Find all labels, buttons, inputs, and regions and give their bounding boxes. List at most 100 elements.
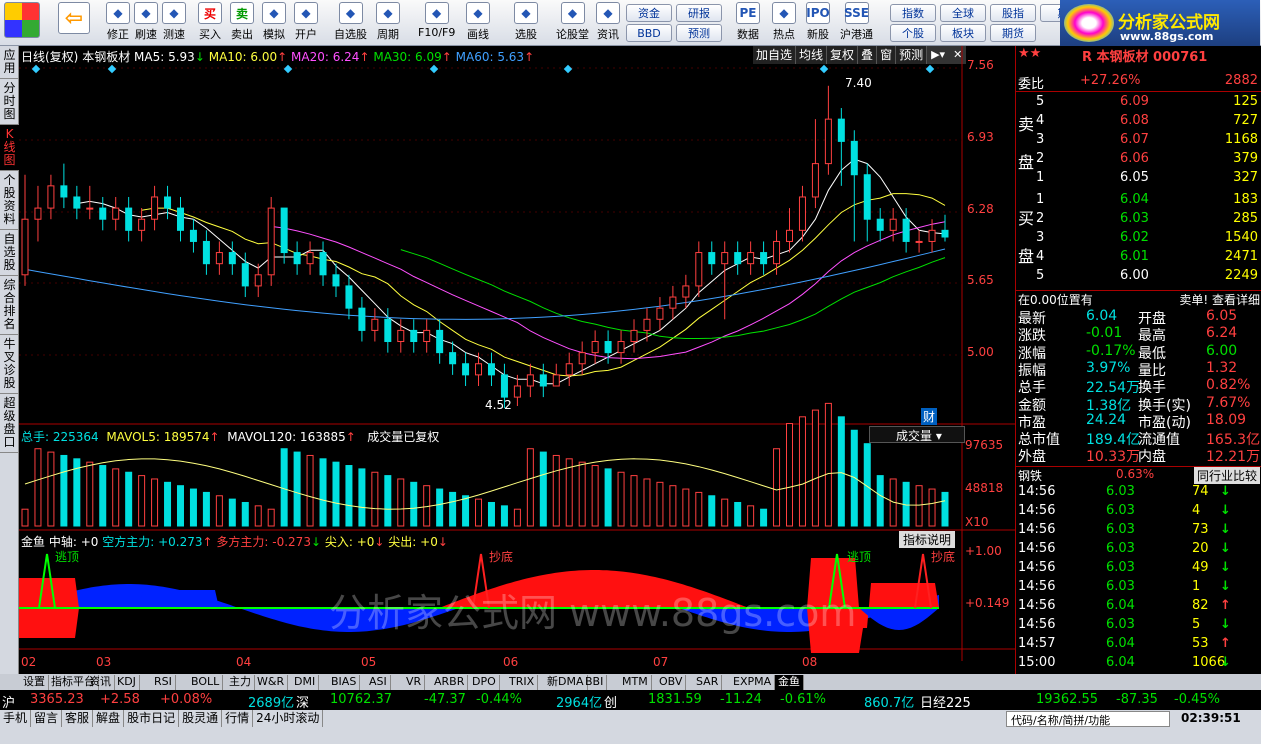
toolbar-doc-button[interactable]: ◆ 资讯 xyxy=(596,2,620,44)
view-detail-link[interactable]: 卖单! 查看详细 xyxy=(1179,291,1260,308)
tick-volume: 53 xyxy=(1192,636,1209,651)
toolbar-chat-button[interactable]: ◆ 论股堂 xyxy=(556,2,589,44)
toolbar-pen-button[interactable]: ◆ 画线 xyxy=(466,2,490,44)
candle-body xyxy=(176,207,184,231)
toolbar-small-button[interactable]: 全球 xyxy=(940,4,986,22)
finance-badge[interactable]: 财 xyxy=(921,408,938,425)
tick-time: 14:56 xyxy=(1018,522,1056,537)
indicator-tab[interactable]: 设置 xyxy=(20,675,49,690)
indicator-tab[interactable]: 新DMA xyxy=(544,675,588,690)
indicator-tab[interactable]: W&R xyxy=(254,675,289,690)
toolbar-small-button[interactable]: BBD xyxy=(626,24,672,42)
toolbar-small-button[interactable]: 资金 xyxy=(626,4,672,22)
candle-body xyxy=(863,174,871,220)
indicator-tab[interactable]: RSI xyxy=(151,675,176,690)
toolbar-ipo-button[interactable]: IPO 新股 xyxy=(806,2,830,44)
toolbar-lock-button[interactable]: ◆ 开户 xyxy=(294,2,318,44)
volume-bar xyxy=(526,448,534,527)
ticker-value: 1831.59 xyxy=(648,692,702,707)
toolbar-clock-button[interactable]: ◆ 刷速 xyxy=(134,2,158,44)
indicator-tab[interactable]: ARBR xyxy=(431,675,469,690)
candle-body xyxy=(811,163,819,198)
volume-bar xyxy=(254,505,262,527)
toolbar-pe-button[interactable]: PE 数据 xyxy=(736,2,760,44)
left-tab[interactable]: 分时图 xyxy=(0,79,19,125)
left-tab[interactable]: 综合排名 xyxy=(0,276,19,335)
toolbar-fire-button[interactable]: ◆ 热点 xyxy=(772,2,796,44)
kline-chart-area: 日线(复权) 本钢板材 MA5: 5.93↓ MA10: 6.00↑ MA20:… xyxy=(19,46,1015,674)
indicator-tab[interactable]: 资讯 xyxy=(86,675,115,690)
toolbar-small-button[interactable]: 研报 xyxy=(676,4,722,22)
toolbar-label: 自选股 xyxy=(334,28,367,41)
indicator-help-button[interactable]: 指标说明 xyxy=(899,531,956,548)
left-tab[interactable]: 个股资料 xyxy=(0,171,19,230)
toolbar-star-button[interactable]: ◆ 自选股 xyxy=(334,2,367,44)
tick-time: 14:56 xyxy=(1018,484,1056,499)
status-item[interactable]: 解盘 xyxy=(93,710,125,727)
toolbar-stopwatch-button[interactable]: ◆ 测速 xyxy=(162,2,186,44)
left-tab[interactable]: 应用 xyxy=(0,46,19,79)
back-button[interactable]: ⇦ xyxy=(58,2,90,44)
status-item[interactable]: 24小时滚动 xyxy=(253,710,324,727)
indicator-tab[interactable]: BBI xyxy=(582,675,608,690)
status-item[interactable]: 股灵通 xyxy=(179,710,223,727)
industry-compare-button[interactable]: 同行业比较 xyxy=(1193,467,1260,484)
candle-body xyxy=(565,363,573,376)
industry-name[interactable]: 钢铁 xyxy=(1018,467,1042,484)
indicator-tab[interactable]: OBV xyxy=(656,675,687,690)
left-tab[interactable]: 超级盘口 xyxy=(0,394,19,453)
toolbar-small-button[interactable]: 个股 xyxy=(890,24,936,42)
indicator-tab[interactable]: 主力 xyxy=(226,675,255,690)
volume-select[interactable]: 成交量 ▾ xyxy=(869,426,965,443)
indicator-tab[interactable]: BIAS xyxy=(328,675,361,690)
status-item[interactable]: 留言 xyxy=(31,710,63,727)
home-button[interactable] xyxy=(4,2,40,44)
indicator-tab[interactable]: EXPMA xyxy=(730,675,776,690)
indicator-tab[interactable]: SAR xyxy=(693,675,723,690)
status-item[interactable]: 手机 xyxy=(0,710,32,727)
toolbar-up-arrow-button[interactable]: ◆ 修正 xyxy=(106,2,130,44)
toolbar-hk-button[interactable]: SSE 沪港通 xyxy=(840,2,873,44)
left-tab[interactable]: 牛叉诊股 xyxy=(0,335,19,394)
level-volume: 125 xyxy=(1233,94,1258,109)
indicator-tab[interactable]: 金鱼 xyxy=(775,675,804,690)
indicator-tab[interactable]: VR xyxy=(403,675,426,690)
industry-row: 钢铁 0.63% 同行业比较 xyxy=(1016,466,1261,485)
status-item[interactable]: 行情 xyxy=(222,710,254,727)
signal-bottom-1: 抄底 xyxy=(489,550,514,564)
indicator-tab[interactable]: DMI xyxy=(291,675,320,690)
left-tab[interactable]: 自选股 xyxy=(0,230,19,276)
toolbar-chart-button[interactable]: ◆ F10/F9 xyxy=(418,2,455,44)
level-volume: 1540 xyxy=(1224,230,1258,245)
candle-body xyxy=(539,374,547,387)
toolbar-small-button[interactable]: 股指 xyxy=(990,4,1036,22)
search-input[interactable]: 代码/名称/简拼/功能 xyxy=(1006,711,1170,727)
chart-svg xyxy=(19,46,1015,661)
indicator-tab[interactable]: MTM xyxy=(619,675,652,690)
toolbar-small-button[interactable]: 期货 xyxy=(990,24,1036,42)
toolbar-clock-button[interactable]: ◆ 周期 xyxy=(376,2,400,44)
indicator-tab[interactable]: TRIX xyxy=(506,675,539,690)
toolbar-small-button[interactable]: 指数 xyxy=(890,4,936,22)
hk-icon: SSE xyxy=(844,2,869,24)
toolbar-grid-button[interactable]: ◆ 选股 xyxy=(514,2,538,44)
indicator-tab[interactable]: DPO xyxy=(469,675,500,690)
toolbar-sell-button[interactable]: 卖卖出 xyxy=(230,2,254,44)
candle-body xyxy=(397,329,405,343)
toolbar-buy-button[interactable]: 买买入 xyxy=(198,2,222,44)
candle-body xyxy=(151,196,159,220)
toolbar-label: 画线 xyxy=(467,28,489,41)
volume-bar xyxy=(811,409,819,527)
left-tab[interactable]: K线图 xyxy=(0,125,19,171)
toolbar-small-button[interactable]: 预测 xyxy=(676,24,722,42)
stat-cell: 24.24 xyxy=(1086,411,1127,428)
level-price: 6.08 xyxy=(1120,113,1149,128)
toolbar-small-button[interactable]: 板块 xyxy=(940,24,986,42)
indicator-tab[interactable]: ASI xyxy=(366,675,391,690)
status-item[interactable]: 客服 xyxy=(62,710,94,727)
status-item[interactable]: 股市日记 xyxy=(124,710,180,727)
indicator-tab[interactable]: KDJ xyxy=(114,675,140,690)
volume-bar xyxy=(371,471,379,527)
indicator-tab[interactable]: BOLL xyxy=(188,675,224,690)
toolbar-hammer-button[interactable]: ◆ 模拟 xyxy=(262,2,286,44)
